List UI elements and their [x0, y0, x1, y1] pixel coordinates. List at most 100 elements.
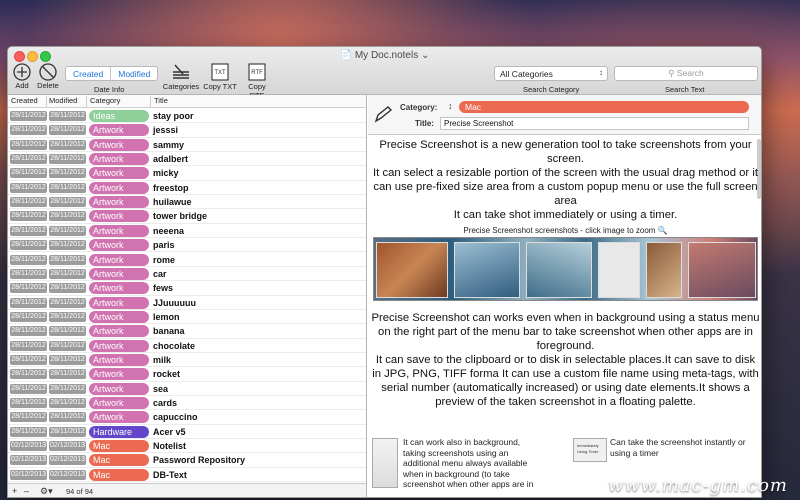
seg-modified[interactable]: Modified: [110, 67, 157, 80]
note-title: DB-Text: [153, 469, 187, 480]
modified-date: 28/11/2012: [49, 168, 86, 179]
category-stepper-icon[interactable]: ↕: [448, 101, 453, 111]
table-row[interactable]: 28/11/2012 28/11/2012 Artwork chocolate: [8, 339, 366, 353]
search-input[interactable]: ⚲ Search: [614, 66, 758, 81]
modified-date: 28/11/2012: [49, 326, 86, 337]
title-label: Title:: [415, 119, 434, 128]
table-row[interactable]: 02/12/2013 02/12/2013 Mac Notelist: [8, 439, 366, 454]
column-category[interactable]: Category: [90, 96, 120, 105]
gallery-thumbnail[interactable]: [646, 242, 682, 298]
table-row[interactable]: 28/11/2012 28/11/2012 Artwork JJuuuuuu: [8, 296, 366, 310]
note-title: fews: [153, 283, 174, 294]
modified-date: 28/11/2012: [49, 297, 86, 308]
table-row[interactable]: 28/11/2012 28/11/2012 Artwork sea: [8, 382, 366, 396]
modified-date: 28/11/2012: [49, 154, 86, 165]
note-title: milk: [153, 354, 172, 365]
gallery-caption[interactable]: Precise Screenshot screenshots - click i…: [368, 226, 761, 235]
created-date: 28/11/2012: [10, 426, 47, 437]
table-row[interactable]: 28/11/2012 28/11/2012 Artwork paris: [8, 238, 366, 253]
title-field[interactable]: Precise Screenshot: [440, 117, 749, 130]
column-created[interactable]: Created: [11, 96, 38, 105]
note-title: freestop: [153, 182, 189, 193]
table-row[interactable]: 28/11/2012 28/11/2012 Artwork car: [8, 267, 366, 282]
table-row[interactable]: 28/11/2012 28/11/2012 Artwork jesssi: [8, 123, 366, 138]
table-row[interactable]: 28/11/2012 28/11/2012 Artwork tower bridge: [8, 209, 366, 224]
gallery-thumbnail[interactable]: [376, 242, 448, 298]
table-row[interactable]: 28/11/2012 28/11/2012 Artwork freestop: [8, 181, 366, 196]
table-row[interactable]: 28/11/2012 28/11/2012 Artwork milk: [8, 353, 366, 368]
table-row[interactable]: 28/11/2012 28/11/2012 Artwork banana: [8, 324, 366, 339]
note-title: chocolate: [153, 340, 196, 351]
watermark: www.mac-gm.com: [607, 475, 788, 496]
search-text-label: Search Text: [665, 85, 705, 94]
table-row[interactable]: 28/11/2012 28/11/2012 Artwork rome: [8, 253, 366, 267]
category-badge: Artwork: [89, 224, 149, 237]
editor-category-pill[interactable]: Mac: [459, 101, 749, 113]
gallery-thumbnail[interactable]: [526, 242, 592, 298]
no-entry-icon: [39, 63, 57, 81]
svg-text:TXT: TXT: [214, 70, 226, 76]
seg-created[interactable]: Created: [66, 67, 110, 80]
note-body[interactable]: Precise Screenshot is a new generation t…: [368, 136, 761, 497]
table-row[interactable]: 28/11/2012 28/11/2012 Artwork adalbert: [8, 152, 366, 167]
scrollbar[interactable]: [757, 139, 761, 199]
category-select[interactable]: All Categories ↕: [494, 66, 608, 81]
category-badge: Artwork: [89, 153, 149, 166]
plus-circle-icon: [13, 63, 31, 81]
remove-small-button[interactable]: –: [24, 486, 29, 496]
feature-thumbnail[interactable]: Immediately Using Timer: [573, 438, 607, 462]
table-row[interactable]: 28/11/2012 28/11/2012 Hardware Acer v5: [8, 425, 366, 440]
table-row[interactable]: 02/12/2013 02/12/2013 Mac DB-Text: [8, 468, 366, 483]
body-paragraph-1: Precise Screenshot is a new generation t…: [379, 139, 752, 165]
window-title[interactable]: 📄 My Doc.notels ⌄: [8, 50, 761, 61]
window-title-text: My Doc.notels: [354, 50, 419, 61]
delete-button[interactable]: Delete: [35, 63, 61, 90]
modified-date: 28/11/2012: [49, 254, 86, 265]
note-title: Password Repository: [153, 455, 246, 466]
modified-date: 28/11/2012: [49, 398, 86, 408]
table-row[interactable]: 28/11/2012 28/11/2012 Artwork lemon: [8, 310, 366, 325]
category-badge: Mac: [89, 468, 149, 481]
note-title: cards: [153, 398, 178, 408]
gallery-thumbnail[interactable]: [598, 242, 640, 298]
titlebar: 📄 My Doc.notels ⌄ Add Delete Created Mod…: [8, 47, 761, 100]
add-button[interactable]: Add: [11, 63, 33, 90]
created-date: 28/11/2012: [10, 340, 47, 351]
feature-thumbnail[interactable]: [372, 438, 398, 488]
created-date: 28/11/2012: [10, 240, 47, 251]
table-row[interactable]: 28/11/2012 28/11/2012 Artwork cards: [8, 396, 366, 411]
table-row[interactable]: 28/11/2012 28/11/2012 Artwork neeena: [8, 224, 366, 239]
table-row[interactable]: 28/11/2012 28/11/2012 Ideas stay poor: [8, 109, 366, 124]
list-column-headers: Created Modified Category Title: [8, 95, 366, 108]
table-row[interactable]: 02/12/2013 02/12/2013 Mac Password Reposito…: [8, 453, 366, 468]
category-badge: Artwork: [89, 325, 149, 338]
created-date: 02/12/2013: [10, 455, 47, 466]
column-modified[interactable]: Modified: [49, 96, 77, 105]
created-date: 28/11/2012: [10, 154, 47, 165]
modified-date: 28/11/2012: [49, 139, 86, 150]
column-title[interactable]: Title: [154, 96, 168, 105]
screenshot-gallery[interactable]: [373, 237, 758, 301]
table-row[interactable]: 28/11/2012 28/11/2012 Artwork rocket: [8, 367, 366, 382]
created-date: 28/11/2012: [10, 311, 47, 322]
add-small-button[interactable]: +: [12, 486, 17, 496]
table-row[interactable]: 28/11/2012 28/11/2012 Artwork huilawue: [8, 195, 366, 210]
table-row[interactable]: 28/11/2012 28/11/2012 Artwork sammy: [8, 138, 366, 153]
modified-date: 02/12/2013: [49, 469, 86, 480]
created-date: 28/11/2012: [10, 383, 47, 394]
category-badge: Artwork: [89, 196, 149, 209]
categories-button[interactable]: Categories: [162, 62, 200, 91]
table-row[interactable]: 28/11/2012 28/11/2012 Artwork micky: [8, 166, 366, 181]
body-paragraph-2: It can select a resizable portion of the…: [373, 167, 758, 207]
copy-txt-button[interactable]: TXT Copy TXT: [203, 62, 237, 91]
created-date: 28/11/2012: [10, 354, 47, 365]
table-row[interactable]: 28/11/2012 28/11/2012 Artwork capuccino: [8, 410, 366, 425]
table-row[interactable]: 28/11/2012 28/11/2012 Artwork fews: [8, 281, 366, 296]
gear-icon[interactable]: ⚙▾: [40, 486, 53, 497]
modified-date: 28/11/2012: [49, 426, 86, 437]
note-editor: Category: ↕ Mac Title: Precise Screensho…: [368, 95, 761, 497]
gallery-thumbnail[interactable]: [454, 242, 520, 298]
date-info-segmented[interactable]: Created Modified: [65, 66, 159, 81]
gallery-thumbnail[interactable]: [688, 242, 756, 298]
created-date: 28/11/2012: [10, 369, 47, 380]
